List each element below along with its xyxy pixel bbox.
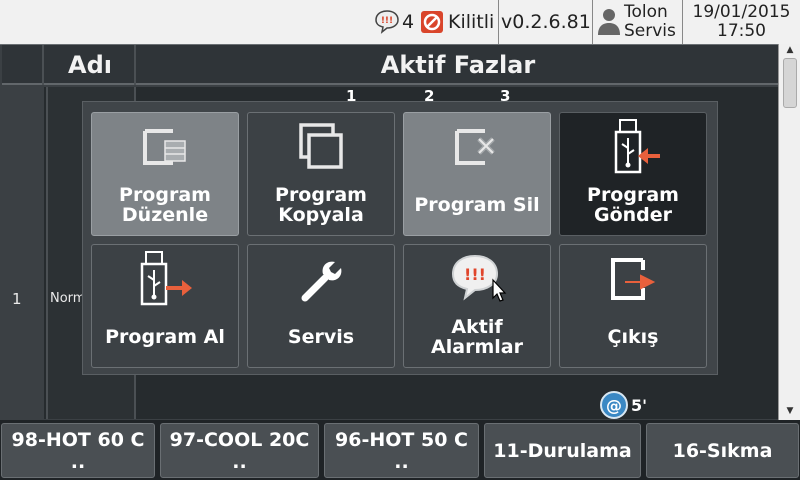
program-label: 11-Durulama (493, 439, 632, 462)
program-button[interactable]: 11-Durulama (484, 423, 641, 478)
row-index: 1 (12, 290, 22, 308)
program-sublabel: .. (70, 450, 86, 473)
row-name: Norm (50, 291, 86, 306)
table-header: Adı Aktif Fazlar (2, 45, 778, 85)
usb-receive-icon (140, 251, 192, 306)
svg-text:!!!: !!! (464, 265, 486, 284)
alarm-count: 4 (402, 11, 415, 33)
tile-label: Program Sil (414, 194, 540, 216)
program-button[interactable]: 96-HOT 50 C .. (324, 423, 479, 478)
send-program-button[interactable]: Program Gönder (559, 112, 707, 236)
tile-label: Kopyala (278, 204, 364, 226)
usb-send-icon (614, 119, 660, 174)
receive-program-button[interactable]: Program Al (91, 244, 239, 368)
program-label: 96-HOT 50 C (335, 428, 468, 451)
tile-label: Gönder (593, 204, 673, 226)
version-text: v0.2.6.81 (501, 11, 591, 33)
delete-program-button[interactable]: Program Sil (403, 112, 551, 236)
date-text: 19/01/2015 (692, 2, 791, 22)
program-label: 97-COOL 20C (169, 428, 310, 451)
alarm-indicator[interactable]: !!! 4 (374, 0, 416, 44)
status-bar: !!! 4 Kilitli v0.2.6.81 Tolon Servis 19/… (0, 0, 800, 44)
tile-label: Program (275, 184, 367, 206)
scroll-thumb[interactable] (783, 58, 797, 108)
tile-label: Program (119, 184, 211, 206)
program-sublabel: .. (232, 450, 247, 473)
tile-label: Servis (287, 326, 355, 348)
wrench-icon (301, 261, 342, 302)
tile-label: Alarmlar (431, 336, 523, 358)
user-icon (598, 9, 620, 35)
row-index-cell (2, 87, 44, 419)
edit-program-button[interactable]: Program Düzenle (91, 112, 239, 236)
exit-icon (611, 258, 656, 300)
phase-duration: @ 5' (600, 391, 647, 419)
header-active-phases: Aktif Fazlar (380, 51, 536, 79)
tile-label: Düzenle (121, 204, 209, 226)
scroll-down-icon[interactable]: ▼ (783, 406, 797, 416)
phase-time-text: 5' (631, 395, 648, 415)
user-indicator[interactable]: Tolon Servis (592, 0, 682, 44)
time-text: 17:50 (717, 21, 766, 41)
datetime: 19/01/2015 17:50 (682, 0, 800, 44)
delete-program-icon (455, 129, 495, 165)
tile-label: Aktif (451, 316, 503, 338)
settings-menu: Program Düzenle Program Kopyala Program … (82, 101, 718, 375)
program-bar: 98-HOT 60 C .. 97-COOL 20C .. 96-HOT 50 … (0, 420, 800, 480)
active-alarms-button[interactable]: !!! Aktif Alarmlar (403, 244, 551, 368)
scroll-up-icon[interactable]: ▲ (783, 45, 797, 55)
program-label: 98-HOT 60 C (11, 428, 145, 451)
program-label: 16-Sıkma (672, 439, 773, 462)
alarm-bubble-icon: !!! (451, 254, 507, 302)
program-button[interactable]: 98-HOT 60 C .. (1, 423, 155, 478)
lock-label: Kilitli (448, 11, 495, 33)
alarm-bubble-icon: !!! (375, 10, 399, 34)
tile-label: Program (587, 184, 679, 206)
edit-program-icon (143, 129, 186, 165)
header-name: Adı (46, 45, 136, 85)
scrollbar[interactable]: ▲ ▼ (778, 44, 800, 420)
copy-program-button[interactable]: Program Kopyala (247, 112, 395, 236)
copy-icon (299, 123, 343, 169)
user-role: Servis (624, 21, 676, 41)
tile-label: Çıkış (607, 326, 659, 348)
user-name: Tolon (624, 2, 668, 22)
lock-indicator[interactable]: Kilitli (420, 0, 498, 44)
program-sublabel: .. (394, 450, 409, 473)
version-label: v0.2.6.81 (498, 0, 591, 44)
service-button[interactable]: Servis (247, 244, 395, 368)
exit-button[interactable]: Çıkış (559, 244, 707, 368)
tile-label: Program Al (105, 326, 225, 348)
lock-prohibited-icon (421, 11, 443, 33)
svg-text:!!!: !!! (381, 16, 393, 26)
header-index (2, 45, 44, 85)
spin-icon: @ (600, 391, 628, 419)
program-button[interactable]: 97-COOL 20C .. (160, 423, 319, 478)
program-button[interactable]: 16-Sıkma (646, 423, 799, 478)
